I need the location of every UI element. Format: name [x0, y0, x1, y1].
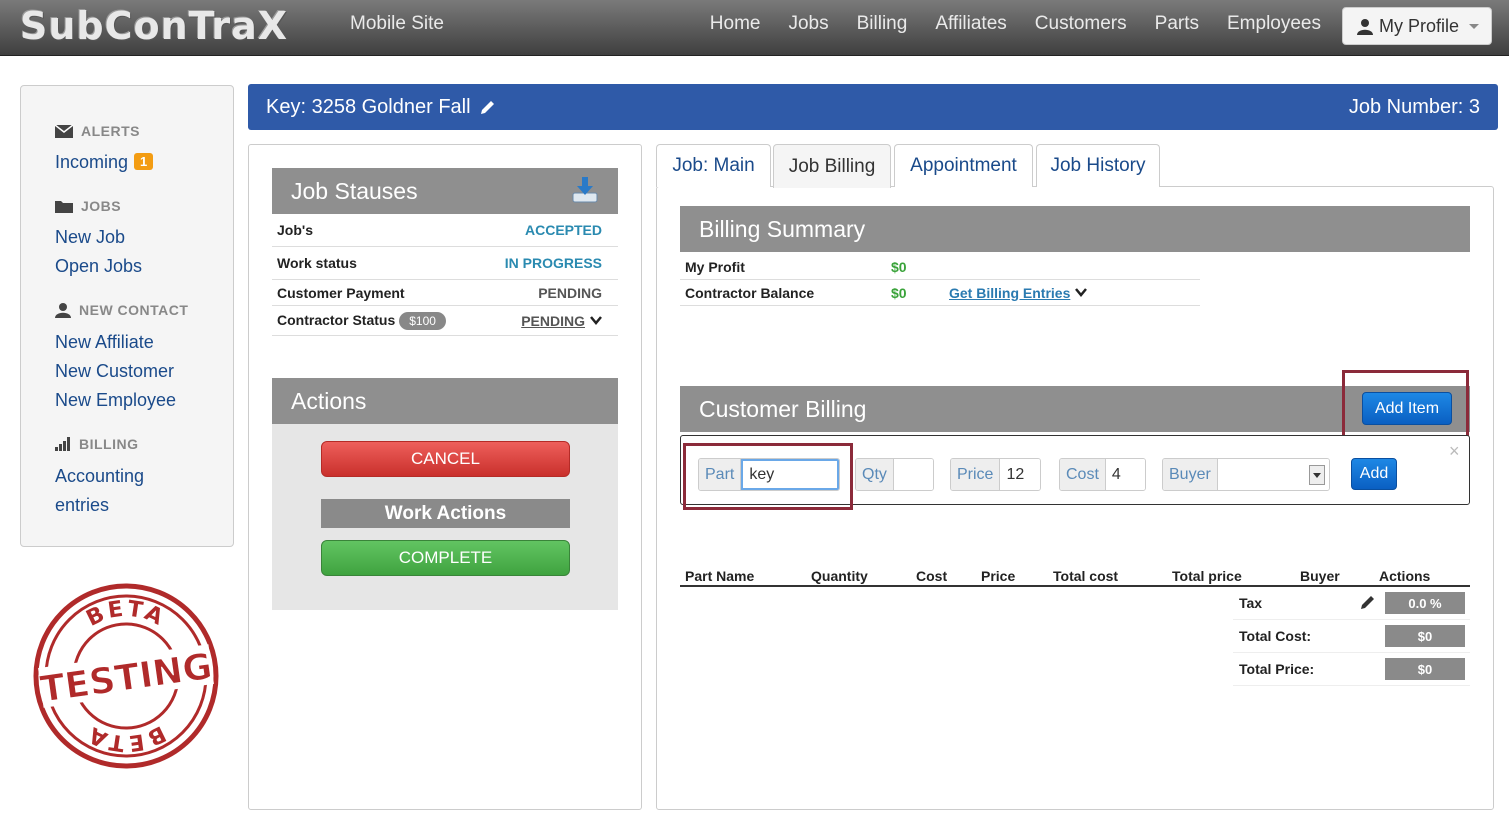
job-key-bar: Key: 3258 Goldner Fall Job Number: 3 [248, 84, 1498, 130]
nav-customers[interactable]: Customers [1035, 13, 1127, 35]
actions-header: Actions [272, 378, 618, 424]
tab-job-billing[interactable]: Job Billing [773, 144, 891, 188]
billing-heading: BILLING [55, 436, 139, 452]
nav-parts[interactable]: Parts [1155, 13, 1199, 35]
close-icon[interactable]: × [1449, 441, 1460, 462]
pencil-icon[interactable] [479, 100, 495, 116]
profit-row: My Profit $0 [680, 254, 1200, 280]
job-statuses-header: Job Stauses [272, 168, 618, 214]
my-profile-label: My Profile [1379, 15, 1460, 36]
cost-input[interactable]: 4 [1105, 459, 1145, 490]
sidebar-item-new-employee[interactable]: New Employee [55, 390, 176, 411]
work-actions-label: Work Actions [321, 499, 570, 528]
cancel-button[interactable]: CANCEL [321, 441, 570, 477]
sidebar-item-new-job[interactable]: New Job [55, 227, 125, 248]
contractor-balance-row: Contractor Balance $0 Get Billing Entrie… [680, 280, 1200, 306]
price-input[interactable]: 12 [1000, 459, 1040, 490]
top-navbar: SubConTraX Mobile Site Home Jobs Billing… [0, 0, 1509, 56]
nav-billing[interactable]: Billing [857, 13, 908, 35]
sidebar-item-entries[interactable]: entries [55, 495, 109, 516]
user-icon [55, 303, 71, 318]
status-row-work: Work status IN PROGRESS [272, 247, 618, 280]
nav-home[interactable]: Home [710, 13, 761, 35]
nav-affiliates[interactable]: Affiliates [935, 13, 1006, 35]
user-icon [1357, 18, 1373, 35]
billing-items-header: Part Name Quantity Cost Price Total cost… [680, 567, 1470, 587]
new-contact-heading: NEW CONTACT [55, 302, 188, 318]
total-cost-value: $0 [1385, 625, 1465, 647]
sidebar-item-incoming[interactable]: Incoming 1 [55, 152, 154, 173]
col-price: Price [981, 568, 1016, 584]
col-total-price: Total price [1172, 568, 1242, 584]
work-status-value: IN PROGRESS [504, 255, 602, 271]
main-nav: Home Jobs Billing Affiliates Customers P… [682, 13, 1321, 35]
sidebar-item-new-customer[interactable]: New Customer [55, 361, 174, 382]
brand-logo[interactable]: SubConTraX [20, 4, 288, 48]
sidebar-item-open-jobs[interactable]: Open Jobs [55, 256, 142, 277]
qty-input[interactable] [893, 459, 933, 490]
highlight-part-field [683, 443, 853, 510]
buyer-select[interactable] [1217, 459, 1329, 490]
bar-chart-icon [55, 437, 70, 451]
contractor-status-dropdown[interactable]: PENDING [521, 313, 602, 329]
cost-field[interactable]: Cost 4 [1059, 458, 1146, 491]
highlight-add-item [1342, 370, 1469, 439]
status-row-job: Job's ACCEPTED [272, 214, 618, 247]
tab-job-main[interactable]: Job: Main [656, 144, 771, 187]
chevron-down-icon [1075, 288, 1088, 297]
pencil-icon[interactable] [1359, 595, 1375, 611]
payment-status-value: PENDING [538, 284, 602, 301]
col-quantity: Quantity [811, 568, 868, 584]
get-billing-entries-link[interactable]: Get Billing Entries [949, 285, 1088, 301]
total-cost-row: Total Cost: $0 [1233, 620, 1470, 653]
billing-totals: Tax 0.0 % Total Cost: $0 Total Price: $0 [1233, 587, 1470, 686]
sidebar-item-accounting[interactable]: Accounting [55, 466, 144, 487]
buyer-field[interactable]: Buyer [1162, 458, 1330, 491]
add-button[interactable]: Add [1351, 458, 1397, 490]
alerts-heading: ALERTS [55, 123, 140, 139]
job-status-value: ACCEPTED [524, 222, 602, 238]
caret-down-icon [1469, 23, 1480, 29]
col-actions: Actions [1379, 568, 1431, 584]
complete-button[interactable]: COMPLETE [321, 540, 570, 576]
tax-value: 0.0 % [1385, 592, 1465, 614]
job-key-title: Key: 3258 Goldner Fall [266, 96, 471, 118]
tab-job-history[interactable]: Job History [1036, 144, 1160, 187]
jobs-heading: JOBS [55, 198, 121, 214]
beta-testing-stamp: BETA BETA TESTING [33, 583, 219, 769]
price-field[interactable]: Price 12 [950, 458, 1041, 491]
sidebar: ALERTS Incoming 1 JOBS New Job Open Jobs … [20, 85, 234, 547]
nav-jobs[interactable]: Jobs [788, 13, 828, 35]
envelope-icon [55, 124, 73, 138]
nav-employees[interactable]: Employees [1227, 13, 1321, 35]
contractor-amount-pill: $100 [399, 311, 446, 330]
qty-field[interactable]: Qty [855, 458, 934, 491]
billing-summary-header: Billing Summary [680, 206, 1470, 252]
download-icon[interactable] [570, 175, 600, 205]
mobile-site-link[interactable]: Mobile Site [350, 13, 444, 35]
my-profile-button[interactable]: My Profile [1342, 7, 1492, 45]
col-part-name: Part Name [685, 568, 755, 584]
select-arrow-icon [1309, 464, 1325, 485]
tab-appointment[interactable]: Appointment [894, 144, 1033, 187]
contractor-balance-value: $0 [891, 284, 907, 301]
col-buyer: Buyer [1300, 568, 1340, 584]
status-row-payment: Customer Payment PENDING [272, 280, 618, 306]
chevron-down-icon [590, 316, 602, 325]
sidebar-item-new-affiliate[interactable]: New Affiliate [55, 332, 154, 353]
incoming-count-badge: 1 [134, 153, 154, 170]
col-cost: Cost [916, 568, 948, 584]
status-row-contractor: Contractor Status $100 PENDING [272, 306, 618, 336]
tax-row: Tax 0.0 % [1233, 587, 1470, 620]
job-number: Job Number: 3 [1348, 96, 1480, 118]
job-status-table: Job's ACCEPTED Work status IN PROGRESS C… [272, 214, 618, 336]
col-total-cost: Total cost [1053, 568, 1119, 584]
total-price-row: Total Price: $0 [1233, 653, 1470, 686]
folder-icon [55, 201, 73, 213]
total-price-value: $0 [1385, 658, 1465, 680]
billing-summary-table: My Profit $0 Contractor Balance $0 Get B… [680, 254, 1200, 306]
profit-value: $0 [891, 258, 907, 275]
